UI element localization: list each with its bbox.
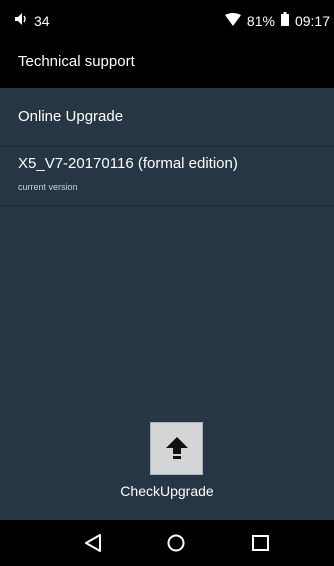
online-upgrade-label: Online Upgrade (18, 108, 124, 125)
status-bar: 34 81% 09:17 (0, 0, 334, 38)
volume-level: 34 (34, 12, 50, 29)
navigation-bar (0, 520, 334, 566)
app-bar: Technical support (0, 38, 334, 88)
clock: 09:17 (294, 12, 330, 29)
check-upgrade-label: CheckUpgrade (120, 483, 214, 499)
home-icon[interactable] (165, 532, 189, 554)
recents-icon[interactable] (250, 532, 274, 554)
screen: 34 81% 09:17 Technical support Online Up… (0, 0, 334, 566)
settings-list: Online Upgrade X5_V7-20170116 (formal ed… (0, 92, 334, 206)
status-left: 34 (14, 12, 50, 29)
wifi-icon (224, 12, 241, 29)
status-right: 81% 09:17 (224, 12, 330, 29)
back-icon[interactable] (82, 532, 106, 554)
check-upgrade-button[interactable] (150, 422, 203, 475)
battery-icon (280, 12, 289, 29)
page-title: Technical support (18, 53, 135, 70)
upload-arrow-icon (166, 437, 188, 459)
volume-icon (14, 12, 28, 29)
battery-percent: 81% (246, 12, 275, 29)
version-item: X5_V7-20170116 (formal edition) current … (0, 147, 334, 206)
version-subtitle: current version (18, 182, 78, 192)
online-upgrade-item[interactable]: Online Upgrade (0, 92, 334, 147)
version-title: X5_V7-20170116 (formal edition) (18, 155, 238, 172)
